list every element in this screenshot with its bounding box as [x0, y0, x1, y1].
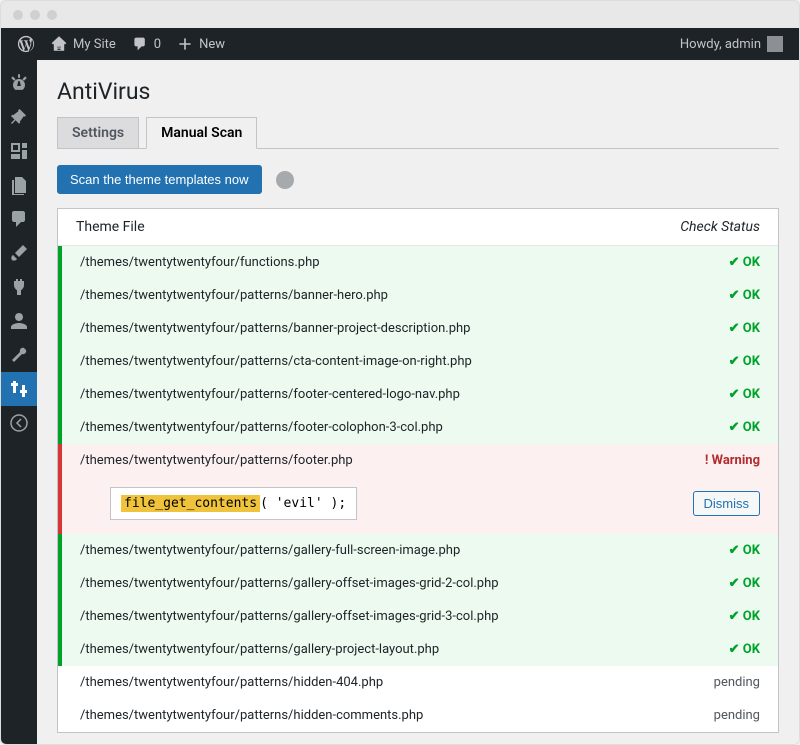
tab-settings[interactable]: Settings — [57, 117, 139, 148]
file-path: /themes/twentytwentyfour/patterns/cta-co… — [80, 354, 472, 369]
file-status: ✔ OK — [729, 609, 760, 624]
plus-icon — [177, 36, 193, 52]
file-status: pending — [714, 675, 760, 690]
file-status: pending — [714, 708, 760, 723]
tab-navigation: SettingsManual Scan — [57, 117, 779, 149]
file-row: /themes/twentytwentyfour/functions.php ✔ … — [58, 246, 778, 279]
browser-chrome — [0, 0, 800, 28]
new-label: New — [199, 37, 225, 52]
file-path: /themes/twentytwentyfour/patterns/footer… — [80, 387, 460, 402]
file-path: /themes/twentytwentyfour/patterns/galler… — [80, 642, 439, 657]
warning-detail: file_get_contents( 'evil' ); Dismiss — [58, 477, 778, 534]
brush-icon — [9, 243, 29, 263]
file-row: /themes/twentytwentyfour/patterns/hidden… — [58, 666, 778, 699]
new-content-menu[interactable]: New — [169, 28, 233, 60]
file-status: ✔ OK — [729, 288, 760, 303]
menu-item-brush[interactable] — [1, 236, 37, 270]
home-icon — [51, 36, 67, 52]
file-row: /themes/twentytwentyfour/patterns/banner… — [58, 312, 778, 345]
comment-icon — [9, 209, 29, 229]
main-content: AntiVirus SettingsManual Scan Scan the t… — [37, 60, 799, 744]
file-row: /themes/twentytwentyfour/patterns/cta-co… — [58, 345, 778, 378]
file-path: /themes/twentytwentyfour/patterns/galler… — [80, 576, 499, 591]
file-row: /themes/twentytwentyfour/patterns/footer… — [58, 378, 778, 411]
menu-item-dashboard[interactable] — [1, 66, 37, 100]
site-name-label: My Site — [73, 37, 116, 52]
file-path: /themes/twentytwentyfour/patterns/banner… — [80, 321, 470, 336]
file-status: ✔ OK — [729, 420, 760, 435]
file-status: ✔ OK — [729, 576, 760, 591]
wordpress-icon — [17, 35, 35, 53]
pin-icon — [9, 107, 29, 127]
file-status: ! Warning — [705, 453, 760, 468]
dashboard-icon — [9, 73, 29, 93]
results-table: Theme File Check Status /themes/twentytw… — [57, 208, 779, 733]
file-path: /themes/twentytwentyfour/patterns/hidden… — [80, 675, 383, 690]
menu-item-comment[interactable] — [1, 202, 37, 236]
file-row: /themes/twentytwentyfour/patterns/galler… — [58, 534, 778, 567]
media-icon — [9, 141, 29, 161]
file-status: ✔ OK — [729, 354, 760, 369]
file-row: /themes/twentytwentyfour/patterns/footer… — [58, 411, 778, 444]
scan-button[interactable]: Scan the theme templates now — [57, 165, 262, 194]
menu-item-collapse[interactable] — [1, 406, 37, 440]
wp-logo-menu[interactable] — [9, 28, 43, 60]
admin-sidebar — [1, 60, 37, 744]
menu-item-pin[interactable] — [1, 100, 37, 134]
file-path: /themes/twentytwentyfour/patterns/footer… — [80, 453, 353, 468]
spinner-icon — [276, 171, 294, 189]
file-status: ✔ OK — [729, 321, 760, 336]
file-row: /themes/twentytwentyfour/patterns/footer… — [58, 444, 778, 477]
tab-manual-scan[interactable]: Manual Scan — [146, 117, 257, 149]
chrome-dot — [13, 10, 23, 20]
menu-item-sliders[interactable] — [1, 372, 37, 406]
results-header: Theme File Check Status — [58, 209, 778, 246]
greeting-text: Howdy, admin — [680, 37, 761, 52]
file-path: /themes/twentytwentyfour/patterns/galler… — [80, 609, 499, 624]
collapse-icon — [9, 413, 29, 433]
column-status-header: Check Status — [680, 219, 760, 235]
menu-item-media[interactable] — [1, 134, 37, 168]
file-status: ✔ OK — [729, 642, 760, 657]
sliders-icon — [9, 379, 29, 399]
plugins-icon — [9, 277, 29, 297]
file-row: /themes/twentytwentyfour/patterns/banner… — [58, 279, 778, 312]
file-status: ✔ OK — [729, 543, 760, 558]
file-path: /themes/twentytwentyfour/functions.php — [80, 255, 320, 270]
file-path: /themes/twentytwentyfour/patterns/banner… — [80, 288, 388, 303]
file-row: /themes/twentytwentyfour/patterns/hidden… — [58, 699, 778, 732]
menu-item-users[interactable] — [1, 304, 37, 338]
chrome-dot — [47, 10, 57, 20]
file-status: ✔ OK — [729, 255, 760, 270]
avatar-icon — [767, 36, 783, 52]
file-path: /themes/twentytwentyfour/patterns/galler… — [80, 543, 460, 558]
chrome-dot — [30, 10, 40, 20]
file-status: ✔ OK — [729, 387, 760, 402]
file-path: /themes/twentytwentyfour/patterns/footer… — [80, 420, 443, 435]
file-path: /themes/twentytwentyfour/patterns/hidden… — [80, 708, 423, 723]
menu-item-plugins[interactable] — [1, 270, 37, 304]
wp-admin-bar: My Site 0 New Howdy, admin — [1, 28, 799, 60]
code-snippet: file_get_contents( 'evil' ); — [110, 487, 357, 520]
pages-icon — [9, 175, 29, 195]
comments-menu[interactable]: 0 — [124, 28, 169, 60]
users-icon — [9, 311, 29, 331]
file-row: /themes/twentytwentyfour/patterns/galler… — [58, 633, 778, 666]
file-row: /themes/twentytwentyfour/patterns/galler… — [58, 600, 778, 633]
site-name-menu[interactable]: My Site — [43, 28, 124, 60]
comments-count: 0 — [154, 37, 161, 52]
comment-icon — [132, 36, 148, 52]
menu-item-pages[interactable] — [1, 168, 37, 202]
menu-item-tools[interactable] — [1, 338, 37, 372]
column-file-header: Theme File — [76, 219, 145, 235]
page-title: AntiVirus — [57, 78, 779, 105]
file-row: /themes/twentytwentyfour/patterns/galler… — [58, 567, 778, 600]
tools-icon — [9, 345, 29, 365]
account-menu[interactable]: Howdy, admin — [672, 28, 791, 60]
dismiss-button[interactable]: Dismiss — [693, 491, 761, 516]
